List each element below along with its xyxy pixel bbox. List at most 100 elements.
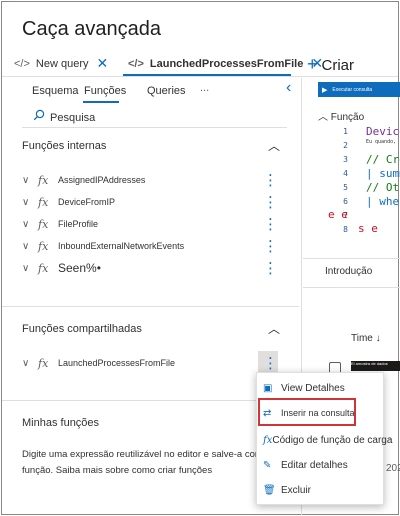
details-icon: ▣ xyxy=(263,382,273,394)
run-query-button[interactable]: ▶ Executar consulta xyxy=(318,82,400,97)
code-line: // Cre xyxy=(366,153,400,166)
chevron-up-icon[interactable]: ︿ xyxy=(268,137,280,154)
shared-functions-title: Funções compartilhadas xyxy=(22,323,142,335)
function-name: FileProfile xyxy=(58,219,99,229)
my-functions-help-text: Digite uma expressão reutilizável no edi… xyxy=(22,449,269,476)
line-number: 5 xyxy=(343,183,348,192)
line-number: 4 xyxy=(343,169,348,178)
more-options-icon[interactable]: ⋮ xyxy=(263,354,278,372)
function-name: Seen%• xyxy=(58,261,101,275)
tab-queries[interactable]: Queries xyxy=(147,85,186,97)
function-row-assignedipaddresses[interactable]: ∨ fx AssignedIPAddresses ⋮ xyxy=(22,171,278,189)
chevron-down-icon[interactable]: ∨ xyxy=(22,219,38,230)
run-query-label: Executar consulta xyxy=(332,86,373,93)
code-line: s e xyxy=(358,222,378,235)
code-line: e e xyxy=(328,208,348,221)
query-icon: </> xyxy=(128,57,144,70)
more-options-icon[interactable]: ⋮ xyxy=(263,171,278,189)
create-button[interactable]: + Criar xyxy=(307,54,354,75)
function-section-header[interactable]: ︿ Função xyxy=(318,108,364,123)
time-column-header[interactable]: Time ↓ xyxy=(351,333,381,344)
active-tab-indicator xyxy=(123,74,291,76)
highlight-box xyxy=(258,398,356,426)
search-icon xyxy=(33,109,45,121)
function-row-inboundexternalnetworkevents[interactable]: ∨ fx InboundExternalNetworkEvents ⋮ xyxy=(22,237,278,255)
chevron-down-icon[interactable]: ∨ xyxy=(22,263,38,274)
tab-esquema[interactable]: Esquema xyxy=(32,85,78,97)
code-line: Eu quando, xyxy=(366,139,397,145)
search-input[interactable]: Pesquisa xyxy=(50,112,95,124)
fx-icon: fx xyxy=(263,434,273,446)
fx-icon: fx xyxy=(38,356,49,370)
fx-icon: fx xyxy=(38,195,49,209)
fx-icon: fx xyxy=(38,239,49,253)
code-line: Device xyxy=(366,125,400,138)
function-row-seen[interactable]: ∨ fx Seen%• ⋮ xyxy=(22,259,278,277)
line-number: 8 xyxy=(343,225,348,234)
collapse-pane-icon[interactable]: ‹ xyxy=(286,79,291,97)
context-menu: ▣ View Detalhes ⇄ Inserir na consulta fx… xyxy=(256,372,392,505)
function-name: LaunchedProcessesFromFile xyxy=(58,358,176,368)
date-fragment: 2023 xyxy=(386,463,400,474)
tab-label: New query xyxy=(35,57,89,70)
chevron-up-icon: ︿ xyxy=(318,112,328,123)
function-name: InboundExternalNetworkEvents xyxy=(58,241,185,251)
menu-item-edit-details[interactable]: ✎ Editar detalhes xyxy=(257,454,383,476)
function-row-launchedprocessesfromfile[interactable]: ∨ fx LaunchedProcessesFromFile ⋮ xyxy=(22,354,278,372)
menu-item-view-details[interactable]: ▣ View Detalhes xyxy=(257,377,383,399)
plus-icon: + xyxy=(307,54,318,74)
sub-tab-indicator xyxy=(83,101,119,103)
function-row-fileprofile[interactable]: ∨ fx FileProfile ⋮ xyxy=(22,215,278,233)
function-section-label: Função xyxy=(330,112,365,123)
trash-icon: 🗑 xyxy=(263,484,276,496)
menu-item-delete[interactable]: 🗑 Excluir xyxy=(257,479,383,501)
tab-new-query[interactable]: </> New query ✕ xyxy=(14,51,108,76)
query-icon: </> xyxy=(14,57,30,70)
menu-item-label: Código de função de carga xyxy=(272,434,393,446)
tab-launched-processes[interactable]: </> LaunchedProcessesFromFile ✕ xyxy=(128,51,323,76)
function-row-devicefromip[interactable]: ∨ fx DeviceFromIP ⋮ xyxy=(22,193,278,211)
line-number: 1 xyxy=(343,127,348,136)
section-divider xyxy=(2,306,299,307)
builtin-functions-title: Funções internas xyxy=(22,140,107,152)
more-tabs-button[interactable]: ... xyxy=(200,82,209,94)
fx-icon: fx xyxy=(38,261,49,275)
search-underline xyxy=(22,127,287,128)
code-line: // Oth xyxy=(366,181,400,194)
fx-icon: fx xyxy=(38,173,49,187)
menu-item-load-function-code[interactable]: fx Código de função de carga xyxy=(257,429,392,451)
create-label: Criar xyxy=(321,57,355,74)
line-number: 6 xyxy=(343,197,348,206)
close-icon[interactable]: ✕ xyxy=(96,55,108,72)
page-title: Caça avançada xyxy=(22,18,161,40)
chevron-down-icon[interactable]: ∨ xyxy=(22,241,38,252)
code-line: | summ xyxy=(366,167,400,180)
edit-icon: ✎ xyxy=(263,459,272,471)
more-options-icon[interactable]: ⋮ xyxy=(263,193,278,211)
chevron-down-icon[interactable]: ∨ xyxy=(22,175,38,186)
menu-item-label: Excluir xyxy=(281,484,312,496)
section-divider xyxy=(2,400,257,401)
chevron-up-icon[interactable]: ︿ xyxy=(268,320,280,337)
divider xyxy=(303,287,400,288)
introduction-tab[interactable]: Introdução xyxy=(325,266,372,277)
chevron-down-icon[interactable]: ∨ xyxy=(22,197,38,208)
chevron-down-icon[interactable]: ∨ xyxy=(22,358,38,369)
play-icon: ▶ xyxy=(322,86,328,94)
function-name: AssignedIPAddresses xyxy=(58,175,146,185)
result-cell: Ei amostra de dados xyxy=(351,361,400,371)
more-options-icon[interactable]: ⋮ xyxy=(263,259,278,277)
line-number: 2 xyxy=(343,141,348,150)
line-number: 3 xyxy=(343,155,348,164)
code-line: | wher xyxy=(366,195,400,208)
function-name: DeviceFromIP xyxy=(58,197,116,207)
fx-icon: fx xyxy=(38,217,49,231)
tab-funcoes[interactable]: Funções xyxy=(84,85,126,97)
menu-item-label: Editar detalhes xyxy=(281,459,348,471)
my-functions-title: Minhas funções xyxy=(22,417,100,429)
menu-item-label: View Detalhes xyxy=(281,382,345,394)
more-options-icon[interactable]: ⋮ xyxy=(263,237,278,255)
divider xyxy=(303,258,400,259)
tab-label: LaunchedProcessesFromFile xyxy=(149,57,304,70)
more-options-icon[interactable]: ⋮ xyxy=(263,215,278,233)
